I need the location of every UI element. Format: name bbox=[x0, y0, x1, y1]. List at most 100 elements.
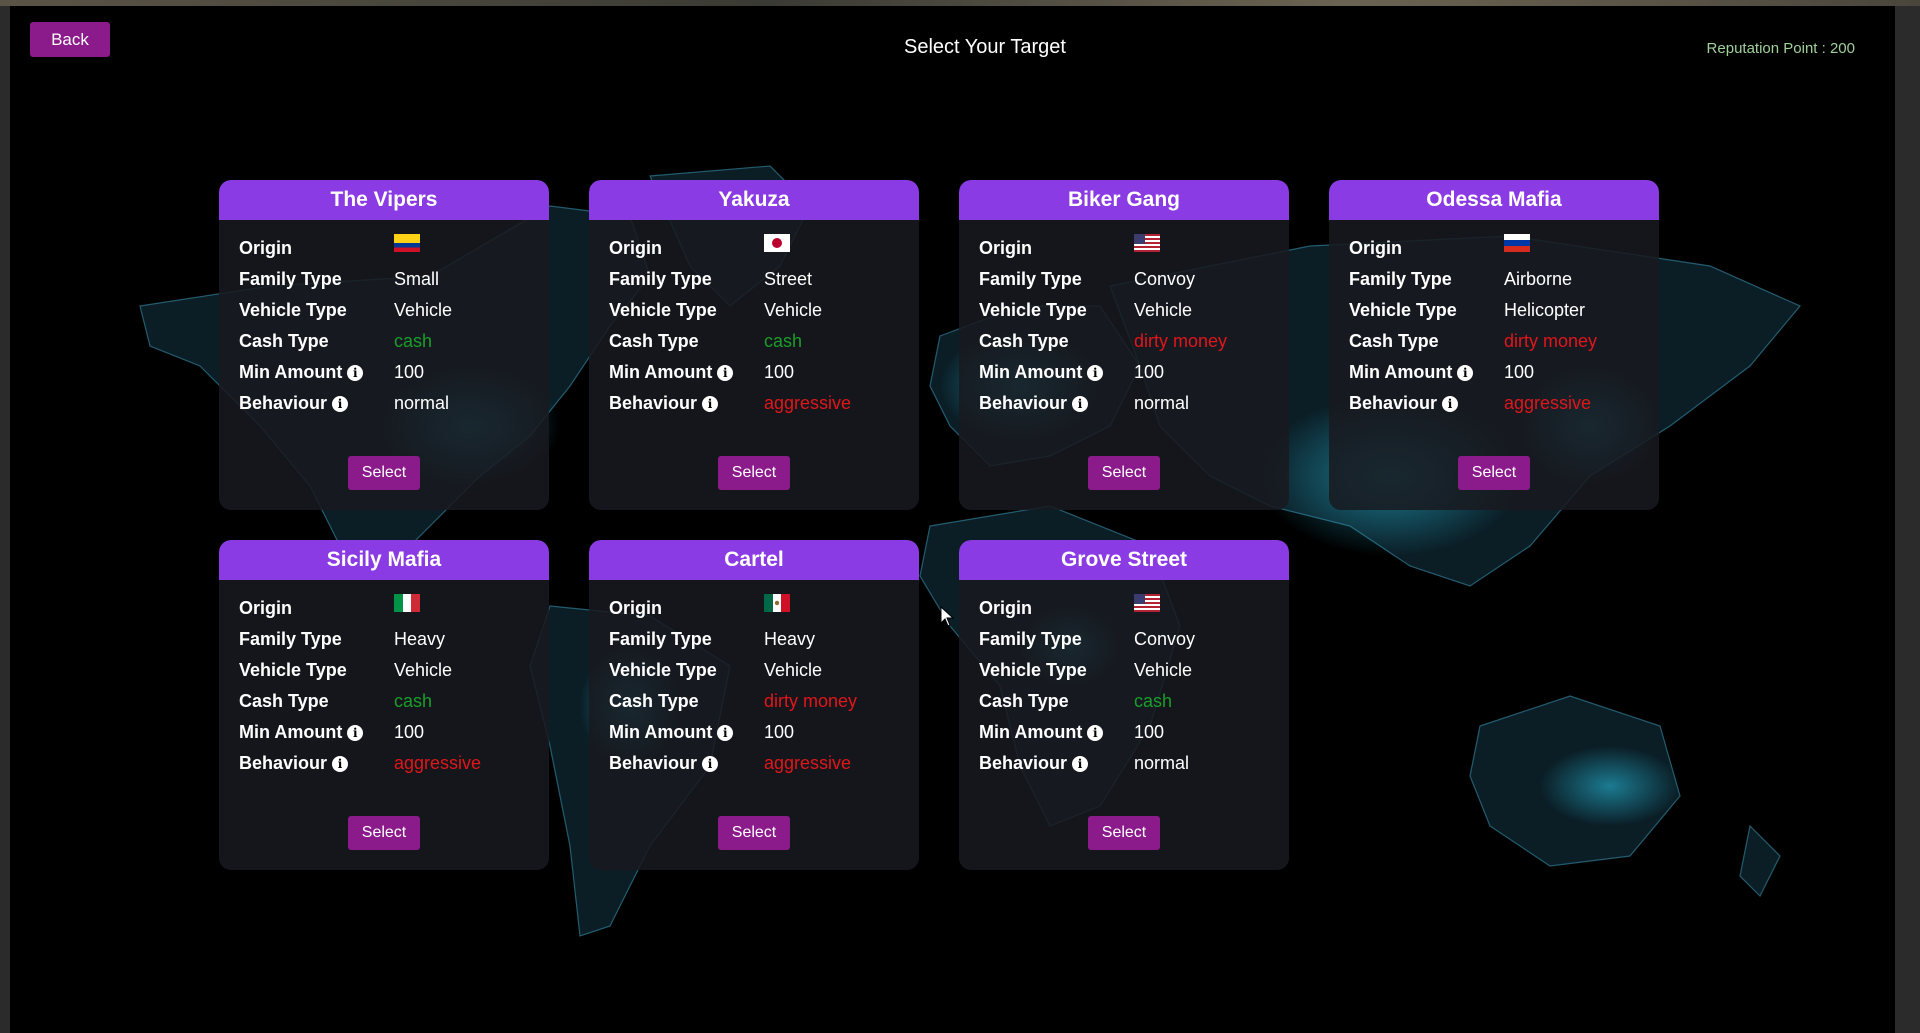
back-button[interactable]: Back bbox=[30, 22, 110, 57]
info-icon[interactable]: i bbox=[1442, 396, 1459, 412]
colombia-flag-icon bbox=[394, 234, 420, 252]
min-amount-label: Min Amount i bbox=[239, 362, 364, 383]
cash-type-value: cash bbox=[394, 331, 433, 351]
reputation-points: Reputation Point : 200 bbox=[1706, 40, 1855, 57]
family-type-label: Family Type bbox=[609, 629, 712, 649]
origin-label: Origin bbox=[609, 598, 662, 618]
usa-flag-icon bbox=[1134, 594, 1160, 612]
mexico-flag-icon bbox=[764, 594, 790, 612]
behaviour-value: normal bbox=[1134, 393, 1190, 413]
family-type-value: Convoy bbox=[1134, 629, 1196, 649]
window-right-edge bbox=[1895, 6, 1920, 1033]
min-amount-text: Min Amount bbox=[609, 362, 713, 382]
world-map-background bbox=[139, 165, 1801, 937]
info-icon[interactable]: i bbox=[717, 365, 734, 381]
min-amount-text: Min Amount bbox=[979, 362, 1083, 382]
vehicle-type-value: Vehicle bbox=[1134, 300, 1193, 320]
card-title: Cartel bbox=[589, 540, 919, 580]
info-icon[interactable]: i bbox=[1072, 396, 1089, 412]
min-amount-value: 100 bbox=[764, 722, 795, 742]
vehicle-type-label: Vehicle Type bbox=[239, 300, 347, 320]
info-icon[interactable]: i bbox=[332, 756, 349, 772]
usa-flag-icon bbox=[1134, 234, 1160, 252]
behaviour-text: Behaviour bbox=[239, 753, 328, 773]
select-button[interactable]: Select bbox=[348, 816, 420, 850]
min-amount-label: Min Amount i bbox=[1349, 362, 1474, 383]
family-type-value: Convoy bbox=[1134, 269, 1196, 289]
min-amount-value: 100 bbox=[1134, 362, 1165, 382]
select-button[interactable]: Select bbox=[718, 456, 790, 490]
family-type-label: Family Type bbox=[1349, 269, 1452, 289]
info-icon[interactable]: i bbox=[702, 756, 719, 772]
target-card-the-vipers: The Vipers Origin Family Type Small Vehic… bbox=[219, 180, 549, 510]
behaviour-value: normal bbox=[394, 393, 450, 413]
info-icon[interactable]: i bbox=[347, 365, 364, 381]
cash-type-value: cash bbox=[1134, 691, 1173, 711]
select-button[interactable]: Select bbox=[348, 456, 420, 490]
behaviour-label: Behaviour i bbox=[979, 753, 1089, 774]
family-type-label: Family Type bbox=[239, 269, 342, 289]
cash-type-value: dirty money bbox=[1504, 331, 1598, 351]
vehicle-type-value: Vehicle bbox=[394, 300, 453, 320]
behaviour-text: Behaviour bbox=[609, 753, 698, 773]
behaviour-text: Behaviour bbox=[609, 393, 698, 413]
min-amount-label: Min Amount i bbox=[239, 722, 364, 743]
cash-type-label: Cash Type bbox=[609, 331, 699, 351]
info-icon[interactable]: i bbox=[1087, 725, 1104, 741]
behaviour-text: Behaviour bbox=[239, 393, 328, 413]
cash-type-label: Cash Type bbox=[979, 691, 1069, 711]
family-type-value: Airborne bbox=[1504, 269, 1573, 289]
italy-flag-icon bbox=[394, 594, 420, 612]
min-amount-text: Min Amount bbox=[1349, 362, 1453, 382]
target-card-cartel: Cartel Origin Family Type Heavy Vehicle T… bbox=[589, 540, 919, 870]
cash-type-value: cash bbox=[394, 691, 433, 711]
target-card-yakuza: Yakuza Origin Family Type Street Vehicle … bbox=[589, 180, 919, 510]
select-button[interactable]: Select bbox=[718, 816, 790, 850]
info-icon[interactable]: i bbox=[717, 725, 734, 741]
card-title: Odessa Mafia bbox=[1329, 180, 1659, 220]
behaviour-label: Behaviour i bbox=[1349, 393, 1459, 414]
vehicle-type-label: Vehicle Type bbox=[979, 300, 1087, 320]
cash-type-label: Cash Type bbox=[979, 331, 1069, 351]
min-amount-value: 100 bbox=[394, 722, 425, 742]
min-amount-label: Min Amount i bbox=[979, 362, 1104, 383]
info-icon[interactable]: i bbox=[1087, 365, 1104, 381]
min-amount-label: Min Amount i bbox=[979, 722, 1104, 743]
min-amount-value: 100 bbox=[1134, 722, 1165, 742]
min-amount-text: Min Amount bbox=[239, 722, 343, 742]
origin-label: Origin bbox=[979, 598, 1032, 618]
target-card-biker-gang: Biker Gang Origin Family Type Convoy Vehi… bbox=[959, 180, 1289, 510]
game-screen: Back Select Your Target Reputation Point… bbox=[10, 6, 1895, 1033]
mouse-cursor-icon bbox=[940, 606, 955, 627]
origin-label: Origin bbox=[239, 598, 292, 618]
family-type-value: Small bbox=[394, 269, 440, 289]
select-button[interactable]: Select bbox=[1088, 456, 1160, 490]
info-icon[interactable]: i bbox=[1072, 756, 1089, 772]
behaviour-value: normal bbox=[1134, 753, 1190, 773]
select-button[interactable]: Select bbox=[1088, 816, 1160, 850]
min-amount-text: Min Amount bbox=[979, 722, 1083, 742]
vehicle-type-label: Vehicle Type bbox=[239, 660, 347, 680]
cash-type-value: dirty money bbox=[1134, 331, 1228, 351]
behaviour-label: Behaviour i bbox=[239, 753, 349, 774]
vehicle-type-value: Vehicle bbox=[764, 300, 823, 320]
info-icon[interactable]: i bbox=[1457, 365, 1474, 381]
target-card-grove-street: Grove Street Origin Family Type Convoy Ve… bbox=[959, 540, 1289, 870]
family-type-label: Family Type bbox=[979, 629, 1082, 649]
card-title: Yakuza bbox=[589, 180, 919, 220]
info-icon[interactable]: i bbox=[347, 725, 364, 741]
select-button[interactable]: Select bbox=[1458, 456, 1530, 490]
target-card-odessa-mafia: Odessa Mafia Origin Family Type Airborne … bbox=[1329, 180, 1659, 510]
behaviour-label: Behaviour i bbox=[609, 393, 719, 414]
russia-flag-icon bbox=[1504, 234, 1530, 252]
info-icon[interactable]: i bbox=[702, 396, 719, 412]
vehicle-type-value: Vehicle bbox=[1134, 660, 1193, 680]
family-type-label: Family Type bbox=[979, 269, 1082, 289]
min-amount-text: Min Amount bbox=[239, 362, 343, 382]
behaviour-value: aggressive bbox=[1504, 393, 1592, 413]
info-icon[interactable]: i bbox=[332, 396, 349, 412]
family-type-value: Heavy bbox=[394, 629, 446, 649]
vehicle-type-label: Vehicle Type bbox=[979, 660, 1087, 680]
min-amount-value: 100 bbox=[764, 362, 795, 382]
family-type-value: Heavy bbox=[764, 629, 816, 649]
